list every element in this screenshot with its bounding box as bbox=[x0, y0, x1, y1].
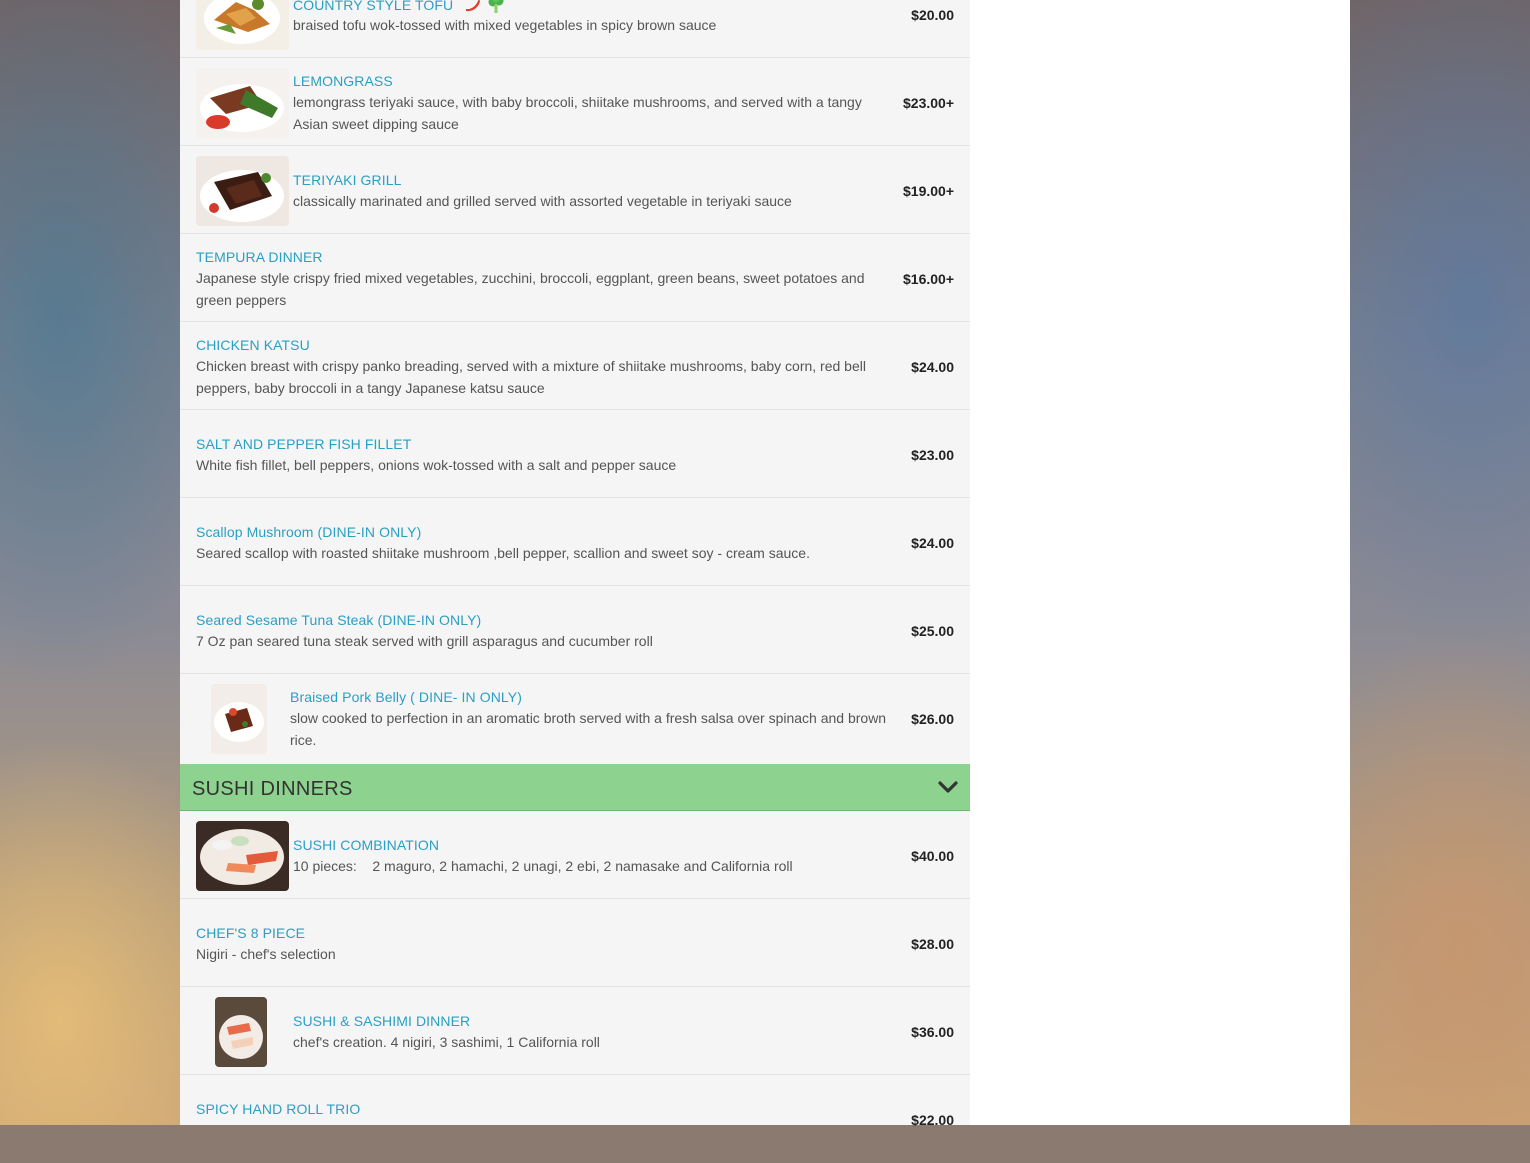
category-title: SUSHI DINNERS bbox=[192, 778, 353, 800]
menu-item[interactable]: SPICY HAND ROLL TRIO $22.00 bbox=[180, 1076, 970, 1163]
item-name: SUSHI COMBINATION bbox=[293, 837, 440, 853]
chevron-down-icon[interactable] bbox=[938, 779, 958, 795]
item-name: TERIYAKI GRILL bbox=[293, 172, 402, 188]
menu-item[interactable]: Seared Sesame Tuna Steak (DINE-IN ONLY) … bbox=[180, 587, 970, 674]
menu-list: COUNTRY STYLE TOFU braised tofu wok-toss… bbox=[180, 0, 970, 1128]
item-description: 10 pieces: 2 maguro, 2 hamachi, 2 unagi,… bbox=[293, 858, 793, 874]
item-description: braised tofu wok-tossed with mixed veget… bbox=[293, 17, 717, 33]
item-name: Seared Sesame Tuna Steak (DINE-IN ONLY) bbox=[196, 612, 482, 628]
item-name: TEMPURA DINNER bbox=[196, 249, 323, 265]
menu-item[interactable]: TERIYAKI GRILL classically marinated and… bbox=[180, 147, 970, 234]
dish-photo bbox=[215, 997, 267, 1067]
item-name: SPICY HAND ROLL TRIO bbox=[196, 1101, 361, 1117]
item-price: $23.00 bbox=[911, 447, 954, 463]
item-description: slow cooked to perfection in an aromatic… bbox=[290, 710, 887, 748]
item-name: Braised Pork Belly ( DINE- IN ONLY) bbox=[290, 689, 522, 705]
dish-photo bbox=[196, 68, 289, 138]
item-price: $26.00 bbox=[911, 711, 954, 727]
menu-item[interactable]: SUSHI & SASHIMI DINNER chef's creation. … bbox=[180, 988, 970, 1075]
item-name: LEMONGRASS bbox=[293, 73, 393, 89]
dish-photo bbox=[196, 156, 289, 226]
item-price: $28.00 bbox=[911, 936, 954, 952]
menu-item[interactable]: Braised Pork Belly ( DINE- IN ONLY) slow… bbox=[180, 675, 970, 764]
item-description: Chicken breast with crispy panko breadin… bbox=[196, 358, 866, 396]
item-price: $23.00+ bbox=[903, 95, 954, 111]
item-price: $24.00 bbox=[911, 359, 954, 375]
menu-item[interactable]: LEMONGRASS lemongrass teriyaki sauce, wi… bbox=[180, 59, 970, 146]
item-description: classically marinated and grilled served… bbox=[293, 193, 792, 209]
item-name: CHEF'S 8 PIECE bbox=[196, 925, 306, 941]
dish-photo bbox=[196, 0, 289, 50]
item-price: $20.00 bbox=[911, 7, 954, 23]
item-name: SALT AND PEPPER FISH FILLET bbox=[196, 436, 412, 452]
category-header-sushi-dinners[interactable]: SUSHI DINNERS bbox=[180, 764, 970, 811]
menu-item[interactable]: CHICKEN KATSU Chicken breast with crispy… bbox=[180, 323, 970, 410]
item-description: Japanese style crispy fried mixed vegeta… bbox=[196, 270, 865, 308]
item-price: $25.00 bbox=[911, 623, 954, 639]
menu-item[interactable]: TEMPURA DINNER Japanese style crispy fri… bbox=[180, 235, 970, 322]
item-price: $24.00 bbox=[911, 535, 954, 551]
menu-item[interactable]: CHEF'S 8 PIECE Nigiri - chef's selection… bbox=[180, 900, 970, 987]
menu-item[interactable]: COUNTRY STYLE TOFU braised tofu wok-toss… bbox=[180, 0, 970, 58]
item-description: Seared scallop with roasted shiitake mus… bbox=[196, 545, 810, 561]
item-price: $40.00 bbox=[911, 848, 954, 864]
dish-photo bbox=[196, 821, 289, 891]
item-description: chef's creation. 4 nigiri, 3 sashimi, 1 … bbox=[293, 1034, 600, 1050]
item-name: SUSHI & SASHIMI DINNER bbox=[293, 1013, 471, 1029]
item-price: $19.00+ bbox=[903, 183, 954, 199]
item-price: $36.00 bbox=[911, 1024, 954, 1040]
menu-item[interactable]: Scallop Mushroom (DINE-IN ONLY) Seared s… bbox=[180, 499, 970, 586]
item-price: $16.00+ bbox=[903, 271, 954, 287]
menu-item[interactable]: SALT AND PEPPER FISH FILLET White fish f… bbox=[180, 411, 970, 498]
dish-photo bbox=[211, 684, 267, 754]
item-description: 7 Oz pan seared tuna steak served with g… bbox=[196, 633, 653, 649]
item-description: lemongrass teriyaki sauce, with baby bro… bbox=[293, 94, 862, 132]
item-description: White fish fillet, bell peppers, onions … bbox=[196, 457, 677, 473]
item-name: CHICKEN KATSU bbox=[196, 337, 310, 353]
item-name: Scallop Mushroom (DINE-IN ONLY) bbox=[196, 524, 422, 540]
menu-item[interactable]: SUSHI COMBINATION 10 pieces: 2 maguro, 2… bbox=[180, 812, 970, 899]
item-price: $22.00 bbox=[911, 1112, 954, 1128]
item-description: Nigiri - chef's selection bbox=[196, 946, 336, 962]
